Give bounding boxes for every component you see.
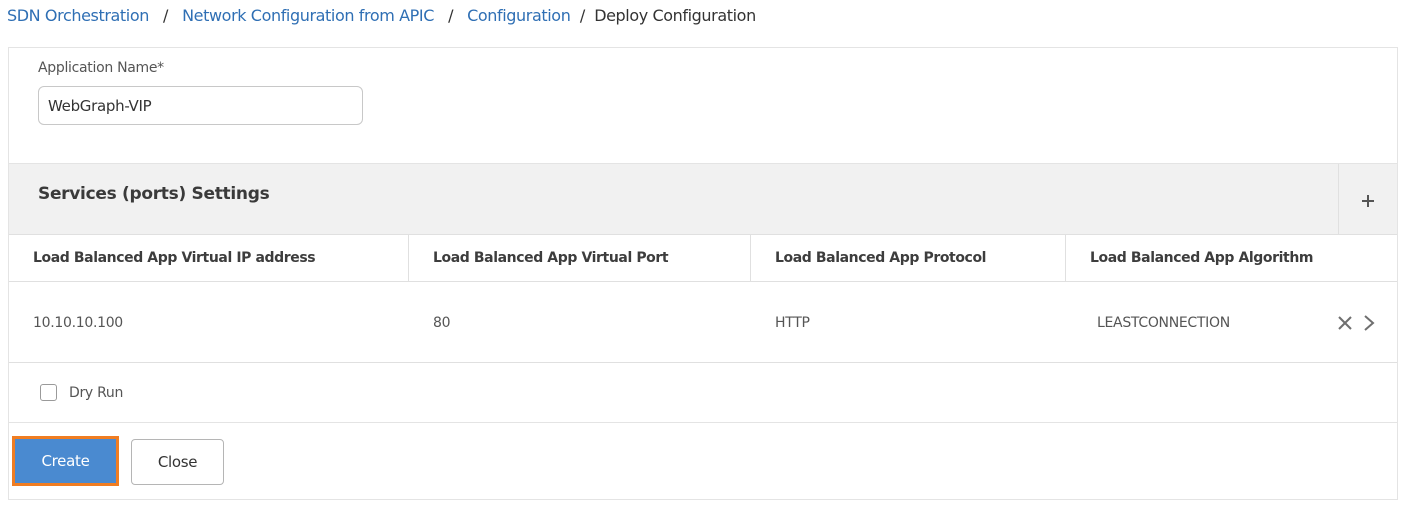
breadcrumb-link-configuration[interactable]: Configuration [467,6,571,25]
add-service-button[interactable] [1338,164,1397,234]
breadcrumb: SDN Orchestration / Network Configuratio… [7,6,756,26]
cell-port: 80 [433,314,451,331]
close-icon[interactable] [1337,315,1353,331]
breadcrumb-separator: / [448,6,454,25]
chevron-right-icon[interactable] [1363,314,1375,332]
column-header-port: Load Balanced App Virtual Port [409,235,751,281]
breadcrumb-separator: / [163,6,169,25]
breadcrumb-link-sdn-orchestration[interactable]: SDN Orchestration [7,6,149,25]
row-actions [1337,282,1375,363]
application-name-label: Application Name* [38,60,164,76]
breadcrumb-separator: / [579,6,585,25]
form-footer: Create Close [9,422,1397,500]
dry-run-option: Dry Run [40,384,123,401]
dry-run-checkbox[interactable] [40,384,57,401]
close-button[interactable]: Close [131,439,224,485]
application-name-input[interactable] [38,86,363,125]
dry-run-label: Dry Run [69,384,124,401]
cell-algorithm: LEASTCONNECTION [1097,314,1230,331]
cell-protocol: HTTP [775,314,810,331]
services-table: Load Balanced App Virtual IP address Loa… [9,234,1397,363]
breadcrumb-link-network-configuration[interactable]: Network Configuration from APIC [182,6,434,25]
services-table-header: Load Balanced App Virtual IP address Loa… [9,235,1397,282]
column-header-vip: Load Balanced App Virtual IP address [9,235,409,281]
deploy-configuration-panel: Application Name* Services (ports) Setti… [8,47,1398,500]
services-section-title: Services (ports) Settings [38,184,270,204]
column-header-algorithm: Load Balanced App Algorithm [1090,250,1314,266]
create-button[interactable]: Create [12,436,119,486]
services-section-header: Services (ports) Settings [9,163,1397,234]
plus-icon [1361,189,1375,214]
column-header-protocol: Load Balanced App Protocol [751,235,1066,281]
breadcrumb-current: Deploy Configuration [594,6,756,25]
table-row[interactable]: 10.10.10.100 80 HTTP LEASTCONNECTION [9,282,1397,363]
cell-vip: 10.10.10.100 [33,314,123,331]
